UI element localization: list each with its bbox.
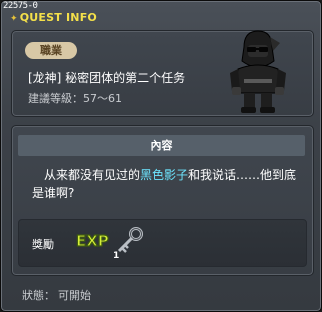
exp-icon[interactable]: EXP — [75, 228, 109, 252]
quest-content-panel: 內容 从来都没有见过的黑色影子和我说话……他到底是谁啊? 獎勵 EXP 1 — [11, 125, 314, 276]
quest-description: 从来都没有见过的黑色影子和我说话……他到底是谁啊? — [32, 166, 300, 202]
description-text-before: 从来都没有见过的 — [44, 168, 141, 182]
reward-box: 獎勵 EXP 1 — [18, 219, 307, 267]
description-highlight: 黑色影子 — [140, 168, 189, 182]
quest-header-panel: 職業 [龙神] 秘密团体的第二个任务 建議等級：57～61 — [11, 30, 314, 117]
quest-id: 22575-0 — [3, 1, 38, 11]
reward-item-quantity: 1 — [113, 251, 120, 261]
svg-text:EXP: EXP — [76, 232, 109, 250]
quest-info-window: 22575-0 ✦ QUEST INFO 職業 [龙神] 秘密团体的第二个任务 建… — [0, 0, 322, 312]
npc-portrait-icon — [230, 30, 286, 113]
window-title-text: QUEST INFO — [19, 11, 97, 24]
title-star-icon: ✦ — [10, 14, 18, 24]
quest-name: [龙神] 秘密团体的第二个任务 — [28, 71, 186, 85]
reward-label: 獎勵 — [32, 238, 54, 251]
window-title: ✦ QUEST INFO — [10, 11, 97, 24]
level-recommendation: 建議等級：57～61 — [28, 92, 122, 105]
job-badge: 職業 — [25, 42, 77, 59]
status-label: 狀態： — [22, 289, 55, 302]
status-value: 可開始 — [58, 289, 91, 302]
content-section-header: 內容 — [18, 135, 305, 156]
